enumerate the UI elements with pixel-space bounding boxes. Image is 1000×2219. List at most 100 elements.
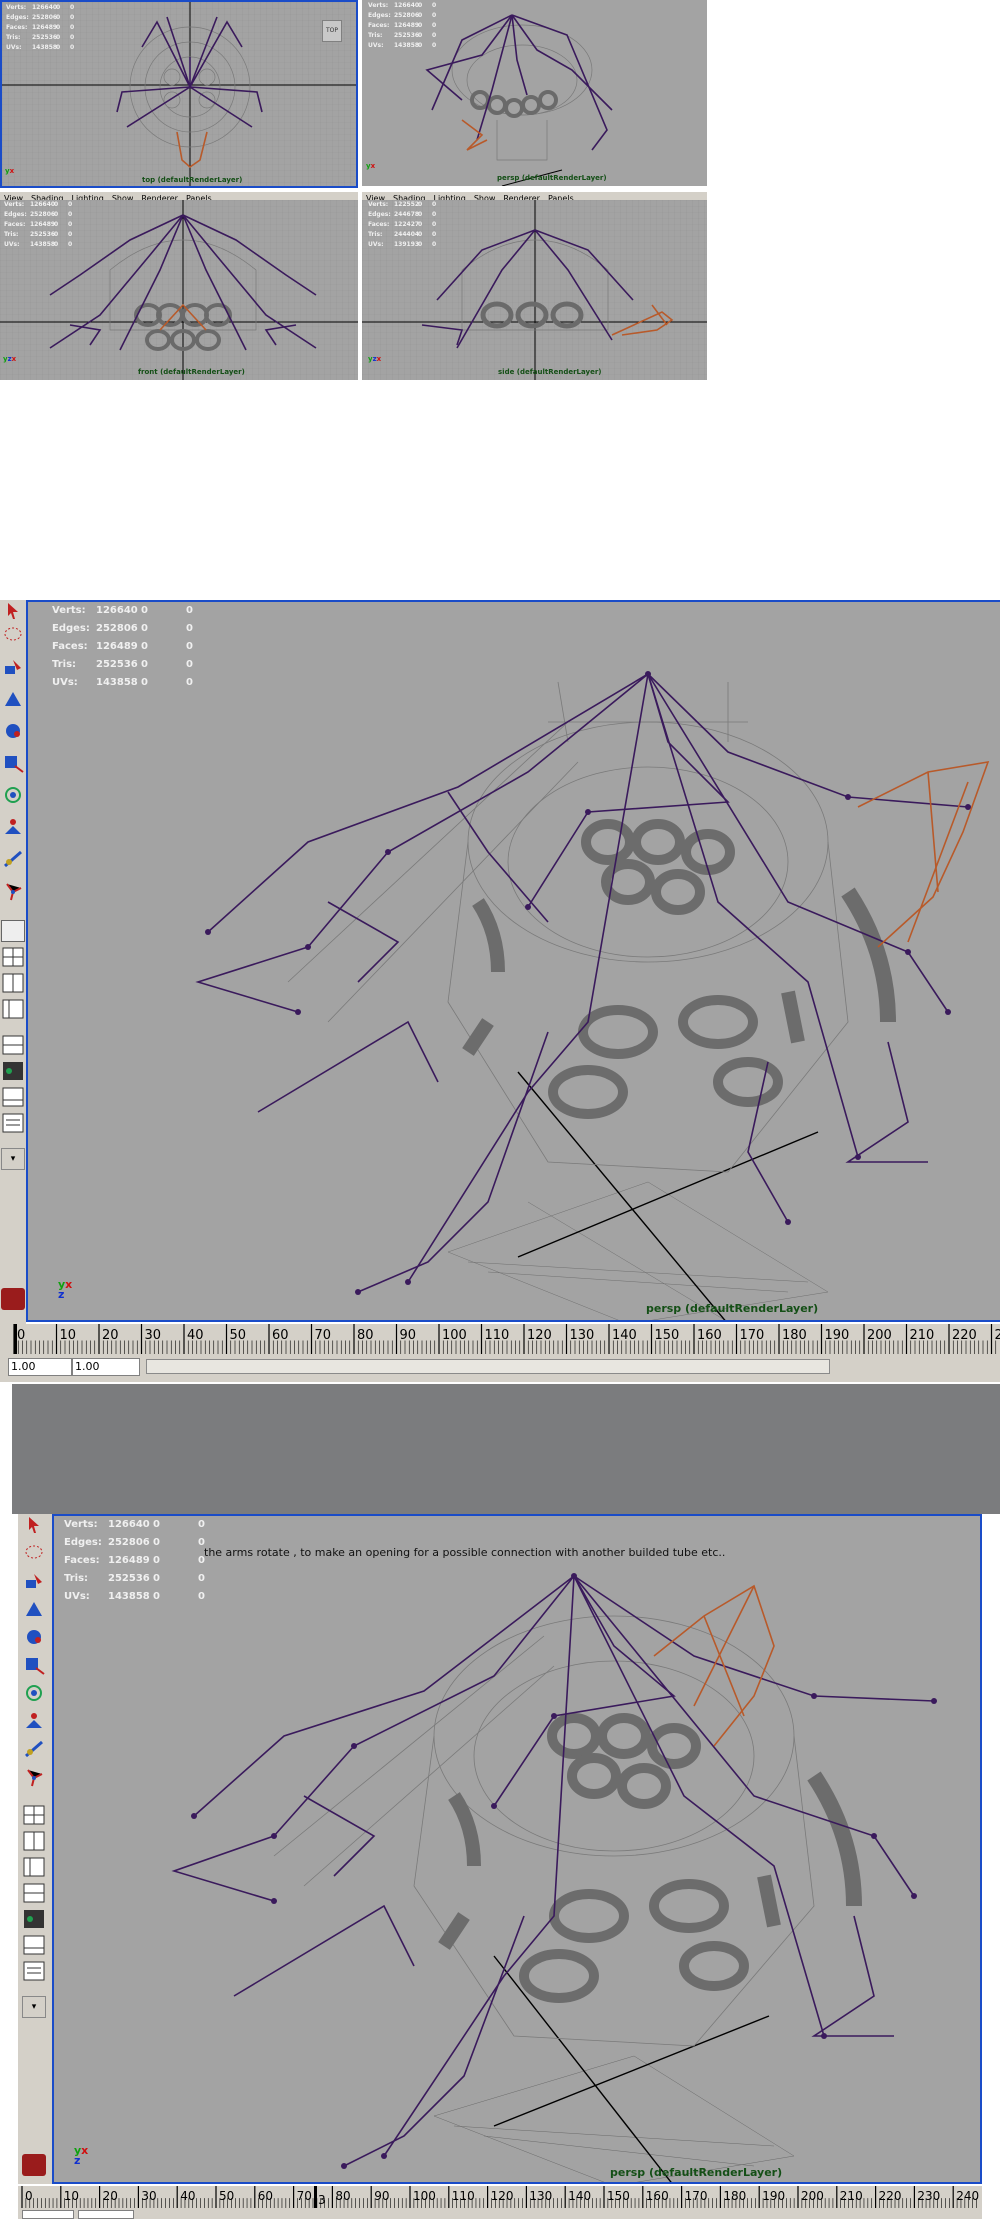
- timeline-tick-label: 50: [229, 1328, 247, 1343]
- joint-tool-icon[interactable]: [22, 1766, 46, 1788]
- hud-label: Edges:: [4, 211, 27, 218]
- hud-value: 0: [186, 677, 193, 688]
- lasso-tool-icon[interactable]: [22, 1542, 46, 1564]
- layout-render-icon[interactable]: [22, 1934, 46, 1956]
- hud-label: Verts:: [6, 4, 27, 11]
- timeline-tick-label: 0: [25, 2189, 33, 2203]
- manipulator-icon[interactable]: [22, 1682, 46, 1704]
- axis-x-label: x: [9, 167, 15, 175]
- viewport-caption: top (defaultRenderLayer): [142, 176, 243, 184]
- persp-viewport-main[interactable]: Verts: 126640 0 0 Edges: 252806 0 0 Faces: 1264…: [26, 600, 1000, 1322]
- timeline-tick-label: 60: [272, 1328, 289, 1343]
- side-viewport[interactable]: Verts: 122552 0 0 Edges: 244678 0 0 Faces: 1224…: [362, 200, 707, 380]
- move-tool-icon[interactable]: [1, 688, 25, 710]
- hud-label: Faces:: [368, 221, 390, 228]
- hud-label: Edges:: [52, 623, 90, 634]
- range-start-field[interactable]: 1.00: [8, 1358, 72, 1376]
- layout-outliner-icon[interactable]: [1, 998, 25, 1020]
- layout-dropdown-icon[interactable]: ▾: [22, 1996, 46, 2018]
- range-slider-track[interactable]: [146, 1359, 830, 1374]
- layout-four-icon[interactable]: [1, 946, 25, 968]
- timeline-tick-label: 160: [645, 2189, 669, 2203]
- sculpt-icon[interactable]: [22, 1738, 46, 1760]
- manipulator-icon[interactable]: [1, 784, 25, 806]
- hud-value: 0: [198, 1573, 205, 1584]
- timeline-tick-label: 110: [451, 2189, 475, 2203]
- hud-label: UVs:: [4, 241, 20, 248]
- hud-value: 0: [68, 231, 73, 238]
- persp-viewport-bottom[interactable]: Verts: 126640 0 0 Edges: 252806 0 0 Faces: 1264…: [52, 1514, 982, 2184]
- hud-value: 252806: [32, 14, 58, 21]
- hud-value: 0: [432, 32, 437, 39]
- hud-value: 0: [418, 221, 423, 228]
- hud-value: 0: [432, 2, 437, 9]
- layout-dropdown-icon[interactable]: ▾: [1, 1148, 25, 1170]
- layout-split-icon[interactable]: [1, 972, 25, 994]
- top-viewport[interactable]: TOP Verts: 126640 0 0 Edges: 252806 0 0 Faces:…: [0, 0, 358, 188]
- soft-mod-icon[interactable]: [1, 816, 25, 838]
- layout-script-icon[interactable]: [1, 1112, 25, 1134]
- select-tool-icon[interactable]: [1, 600, 25, 622]
- layout-script-icon[interactable]: [22, 1960, 46, 1982]
- timeline-tick-label: 220: [878, 2189, 902, 2203]
- view-cube-top[interactable]: TOP: [322, 20, 342, 42]
- soft-mod-icon[interactable]: [22, 1710, 46, 1732]
- maya-logo-icon[interactable]: [1, 1288, 25, 1310]
- axis-gizmo: yzx: [368, 355, 381, 363]
- joint-tool-icon[interactable]: [1, 880, 25, 902]
- paint-select-icon[interactable]: [22, 1570, 46, 1592]
- layout-split-icon[interactable]: [22, 1830, 46, 1852]
- hud-value: 244678: [394, 211, 420, 218]
- hud-value: 0: [70, 14, 75, 21]
- timeline-tick-label: 150: [607, 2189, 630, 2203]
- hud-value: 143858: [394, 42, 420, 49]
- front-viewport[interactable]: Verts: 126640 0 0 Edges: 252806 0 0 Faces: 1264…: [0, 200, 358, 380]
- timeline-tick-label: 0: [17, 1328, 26, 1343]
- layout-hypershade-icon[interactable]: [22, 1908, 46, 1930]
- range-start-field[interactable]: [22, 2210, 74, 2219]
- timeline-tick-label: 170: [684, 2189, 708, 2203]
- layout-four-icon[interactable]: [22, 1804, 46, 1826]
- layout-outliner-icon[interactable]: [22, 1856, 46, 1878]
- poly-count-hud: Verts: 126640 0 0 Edges: 252806 0 0 Faces: 1264…: [4, 200, 72, 250]
- axis-z-label: z: [74, 2154, 81, 2167]
- timeline-tick-label: 190: [824, 1328, 850, 1343]
- select-tool-icon[interactable]: [22, 1514, 46, 1536]
- maya-logo-icon[interactable]: [22, 2154, 46, 2176]
- hud-label: Verts:: [368, 2, 389, 9]
- axis-x-label: x: [376, 355, 382, 363]
- lasso-tool-icon[interactable]: [1, 624, 25, 646]
- hud-value: 252536: [108, 1573, 150, 1584]
- time-slider[interactable]: 0 10 20 30 40 50 60 70 80 90 100 110 120 130 140 150 160…: [0, 1324, 1000, 1354]
- scale-tool-icon[interactable]: [1, 752, 25, 774]
- layout-single-icon[interactable]: [1, 920, 25, 942]
- hud-value: 0: [54, 241, 59, 248]
- range-current-field[interactable]: [78, 2210, 134, 2219]
- layout-graph-icon[interactable]: [1, 1034, 25, 1056]
- layout-hypershade-icon[interactable]: [1, 1060, 25, 1082]
- move-tool-icon[interactable]: [22, 1598, 46, 1620]
- hud-value: 252536: [30, 231, 56, 238]
- poly-count-hud: Verts: 126640 0 0 Edges: 252806 0 0 Faces: 1264…: [368, 1, 436, 51]
- persp-viewport-small[interactable]: Verts: 126640 0 0 Edges: 252806 0 0 Faces: 1264…: [362, 0, 707, 186]
- hud-value: 126489: [30, 221, 56, 228]
- hud-label: Tris:: [368, 32, 383, 39]
- rotate-tool-icon[interactable]: [22, 1626, 46, 1648]
- rotate-tool-icon[interactable]: [1, 720, 25, 742]
- hud-value: 0: [432, 22, 437, 29]
- timeline-tick-label: 200: [867, 1328, 892, 1343]
- timeline-tick-label: 60: [257, 2189, 274, 2203]
- layout-render-icon[interactable]: [1, 1086, 25, 1108]
- hud-value: 0: [198, 1591, 205, 1602]
- paint-select-icon[interactable]: [1, 656, 25, 678]
- hud-value: 0: [141, 659, 148, 670]
- time-slider[interactable]: 0 10 20 30 40 50 60 70 80 90 100 110 120 130 140 150 160…: [18, 2186, 982, 2208]
- range-current-field[interactable]: 1.00: [72, 1358, 140, 1376]
- hud-value: 0: [54, 231, 59, 238]
- viewport-caption: persp (defaultRenderLayer): [646, 1302, 819, 1315]
- timeline-tick-label: 80: [335, 2189, 351, 2203]
- layout-graph-icon[interactable]: [22, 1882, 46, 1904]
- scale-tool-icon[interactable]: [22, 1654, 46, 1676]
- hud-label: Tris:: [4, 231, 19, 238]
- sculpt-icon[interactable]: [1, 848, 25, 870]
